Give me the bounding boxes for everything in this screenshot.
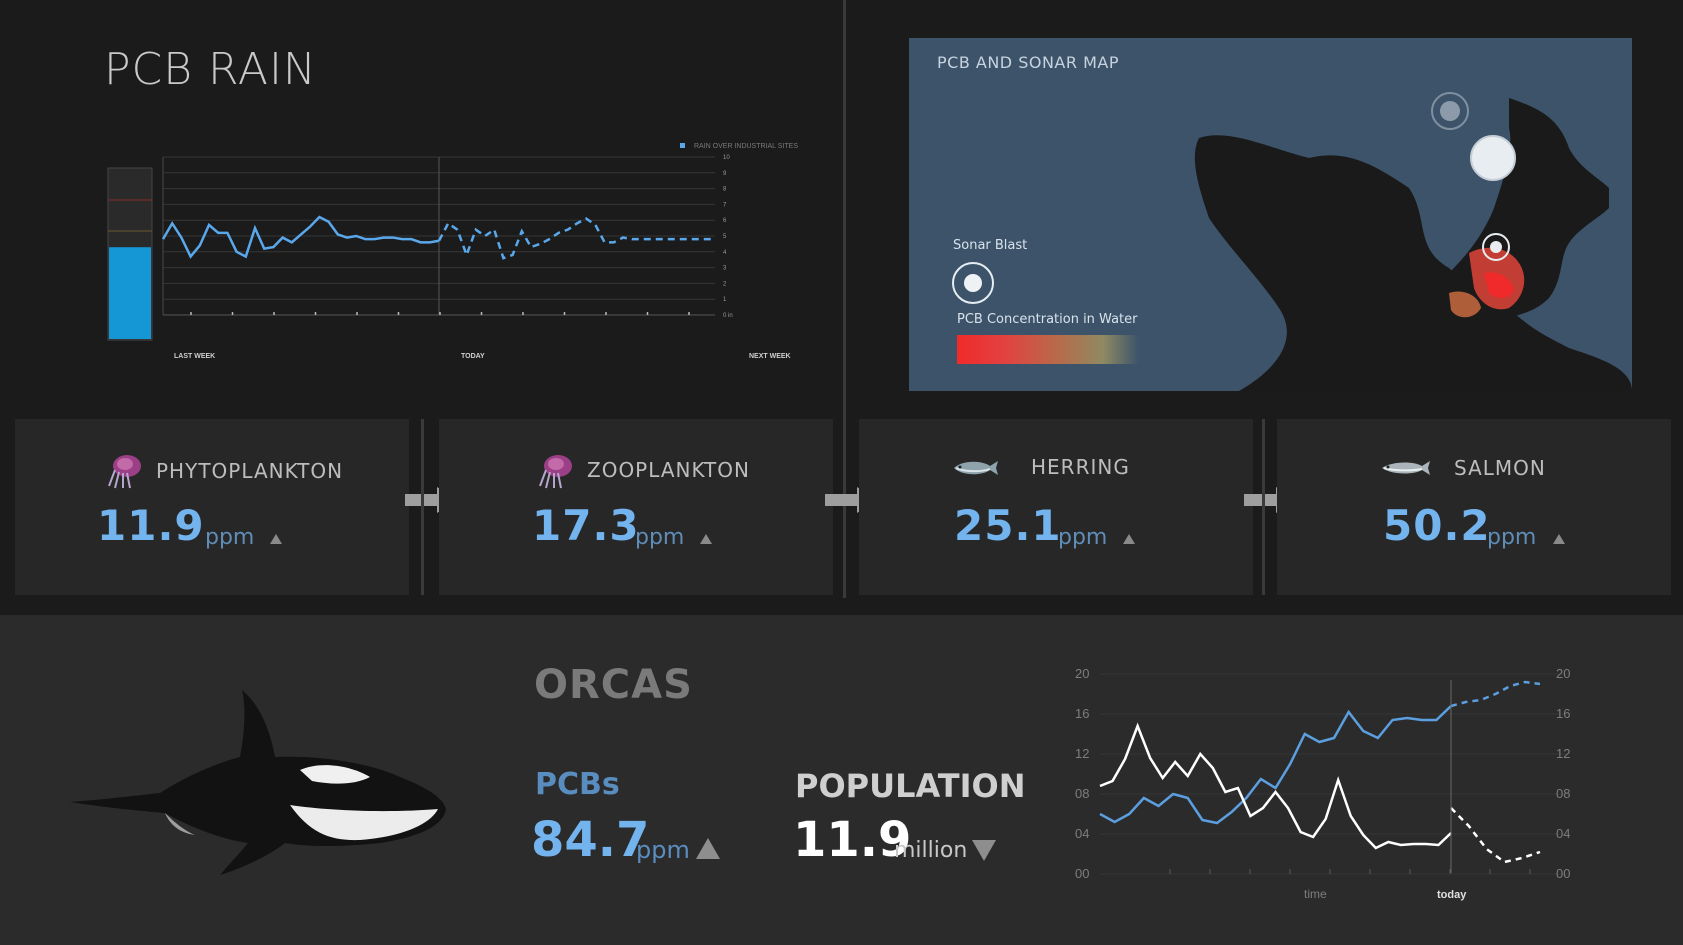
y-tick-label-left: 16 [1075, 706, 1089, 721]
y-tick-label-left: 12 [1075, 746, 1089, 761]
species-unit: ppm [1487, 525, 1537, 550]
y-tick-label-right: 00 [1556, 866, 1570, 881]
y-tick-label-left: 04 [1075, 826, 1089, 841]
species-card-zooplankton[interactable]: ZOOPLANKTON 17.3 ppm [439, 419, 833, 595]
y-tick-label-right: 20 [1556, 666, 1570, 681]
species-value: 50.2 [1383, 501, 1491, 550]
pcb-concentration-gradient [957, 335, 1139, 364]
rain-gauge-fill [109, 247, 151, 339]
y-tick-label-left: 08 [1075, 786, 1089, 801]
orca-chart: 20 20 16 16 12 12 08 08 04 04 00 00 time today [1075, 666, 1570, 901]
rain-chart-grid [162, 156, 715, 316]
salmon-icon [1382, 461, 1430, 475]
x-label-next-week: NEXT WEEK [749, 353, 791, 360]
sonar-blast-icon [1470, 135, 1516, 181]
species-unit: ppm [205, 525, 255, 550]
species-value: 25.1 [954, 501, 1062, 550]
orca-image [70, 690, 446, 875]
pcb-rain-title: PCB RAIN [104, 44, 317, 95]
species-card-phytoplankton[interactable]: PHYTOPLANKTON 11.9 ppm [15, 419, 409, 595]
species-value: 11.9 [97, 501, 205, 550]
pcb-sonar-map[interactable]: PCB AND SONAR MAP Sonar Blast PCB Concen… [909, 38, 1632, 391]
orca-chart-grid [1100, 673, 1570, 875]
population-unit: million [894, 838, 968, 863]
card-separator [421, 419, 424, 595]
herring-icon [954, 461, 998, 475]
plankton-icon [539, 455, 572, 489]
y-tick-label-left: 20 [1075, 666, 1089, 681]
y-tick-label: 10 [723, 155, 730, 161]
population-forecast [1450, 807, 1541, 864]
y-tick-label-right: 08 [1556, 786, 1570, 801]
pcbs-series [1099, 705, 1452, 825]
y-tick-label: 5 [723, 234, 727, 240]
pcbs-label: PCBs [535, 767, 620, 802]
plankton-icon [108, 455, 141, 489]
y-tick-label: 2 [723, 281, 727, 287]
species-card-salmon[interactable]: SALMON 50.2 ppm [1277, 419, 1671, 595]
x-label-time: time [1304, 887, 1327, 901]
pcb-concentration-label: PCB Concentration in Water [957, 312, 1138, 327]
y-tick-label: 3 [723, 266, 727, 272]
y-tick-label: 8 [723, 187, 727, 193]
card-separator [1262, 419, 1265, 595]
y-tick-label-right: 04 [1556, 826, 1570, 841]
orca-chart-y-ticks: 20 20 16 16 12 12 08 08 04 04 00 00 [1075, 666, 1570, 881]
orcas-title: ORCAS [534, 662, 693, 708]
sonar-blast-icon [952, 262, 994, 304]
legend-swatch [680, 143, 685, 148]
y-tick-label: 9 [723, 171, 727, 177]
pcbs-value: 84.7 [531, 812, 650, 868]
rain-series-actual [161, 215, 440, 259]
sonar-blast-label: Sonar Blast [953, 238, 1028, 253]
orca-chart-series [1099, 680, 1541, 864]
y-tick-label: 4 [723, 250, 727, 256]
y-tick-label: 7 [723, 202, 727, 208]
y-tick-label-left: 00 [1075, 866, 1089, 881]
species-unit: ppm [635, 525, 685, 550]
legend-label: RAIN OVER INDUSTRIAL SITES [694, 143, 798, 150]
trend-up-icon [1553, 534, 1565, 544]
orca-body [70, 690, 446, 875]
trend-up-icon [700, 534, 712, 544]
x-label-today: TODAY [461, 353, 485, 360]
trend-up-icon [270, 534, 282, 544]
rain-gauge [107, 167, 153, 341]
rain-chart-y-ticks: 10 9 8 7 6 5 4 3 2 1 0 in [723, 155, 733, 319]
trend-up-icon [696, 838, 720, 859]
species-name: SALMON [1454, 456, 1546, 480]
y-tick-label: 0 in [723, 313, 733, 319]
y-tick-label-right: 12 [1556, 746, 1570, 761]
map-title: PCB AND SONAR MAP [937, 53, 1119, 72]
population-label: POPULATION [795, 767, 1026, 805]
species-unit: ppm [1058, 525, 1108, 550]
species-name: HERRING [1031, 455, 1130, 479]
y-tick-label-right: 16 [1556, 706, 1570, 721]
y-tick-label: 1 [723, 297, 727, 303]
species-name: ZOOPLANKTON [587, 458, 750, 482]
species-value: 17.3 [532, 501, 640, 550]
trend-up-icon [1123, 534, 1135, 544]
x-label-today: today [1437, 889, 1467, 901]
rain-chart: 10 9 8 7 6 5 4 3 2 1 0 in RAIN OVER INDUSTRIAL SIT… [107, 143, 798, 360]
x-label-last-week: LAST WEEK [174, 353, 215, 360]
species-card-herring[interactable]: HERRING 25.1 ppm [859, 419, 1253, 595]
pcbs-forecast [1450, 680, 1541, 708]
species-name: PHYTOPLANKTON [156, 459, 344, 483]
trend-down-icon [972, 840, 996, 861]
y-tick-label: 6 [723, 218, 727, 224]
pcbs-unit: ppm [636, 836, 690, 864]
